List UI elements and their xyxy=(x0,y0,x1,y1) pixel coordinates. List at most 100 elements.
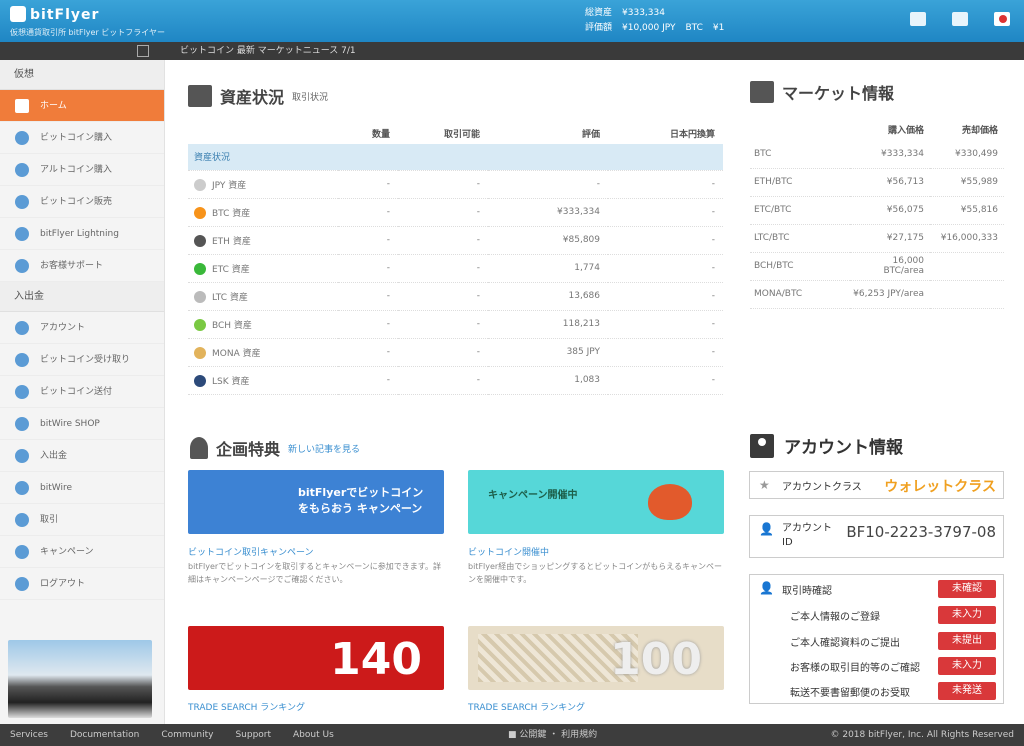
sidebar-item-label: bitFlyer Lightning xyxy=(40,229,119,239)
sidebar-item[interactable]: アカウント xyxy=(0,312,164,344)
campaign-item-title[interactable]: TRADE SEARCH ランキング xyxy=(188,700,305,713)
asset-value-cell: - xyxy=(338,198,398,227)
sidebar-item-label: アルトコイン購入 xyxy=(40,165,112,175)
sidebar-item[interactable]: ログアウト xyxy=(0,568,164,600)
market-cell: ETC/BTC xyxy=(750,196,850,225)
market-row[interactable]: ETC/BTC ¥56,075 ¥55,816 xyxy=(750,196,1004,225)
footer-center-link[interactable]: ■ 公開鍵 ・ 利用規約 xyxy=(508,724,597,746)
market-cell xyxy=(930,252,1004,281)
footer-link[interactable]: About Us xyxy=(293,730,334,740)
account-id-label: アカウントID xyxy=(782,523,832,548)
asset-value-cell: - xyxy=(608,226,723,255)
menu-icon xyxy=(15,545,29,559)
asset-row[interactable]: MONA 資産 - -385 JPY - xyxy=(188,338,723,367)
sidebar-item-label: bitWire SHOP xyxy=(40,419,100,429)
campaign-banner[interactable]: 140 xyxy=(188,626,444,690)
footer-link[interactable]: Community xyxy=(161,730,213,740)
sidebar-item[interactable]: ビットコイン受け取り xyxy=(0,344,164,376)
asset-row[interactable]: LTC 資産 - -13,686- xyxy=(188,282,723,311)
coin-icon xyxy=(194,346,206,359)
asset-row[interactable]: BTC 資産 - - ¥333,334- xyxy=(188,198,723,227)
campaign-title: 企画特典 xyxy=(216,440,281,459)
footer-link[interactable]: Services xyxy=(10,730,48,740)
campaign-banner[interactable]: bitFlyerでビットコインをもらおう キャンペーン xyxy=(188,470,444,534)
sidebar-item-label: ログアウト xyxy=(40,579,86,589)
footer-link[interactable]: Documentation xyxy=(70,730,139,740)
sidebar-item[interactable]: bitWire xyxy=(0,472,164,504)
verification-step-badge[interactable]: 未入力 xyxy=(938,657,996,675)
campaign-item-title[interactable]: TRADE SEARCH ランキング xyxy=(468,700,585,713)
btc-label: BTC xyxy=(685,23,703,33)
assets-col-header: 評価 xyxy=(581,129,600,140)
menu-icon xyxy=(15,259,29,273)
market-row[interactable]: BCH/BTC 16,000 BTC/area xyxy=(750,252,1004,281)
footer-link[interactable]: Support xyxy=(235,730,271,740)
verification-step-badge[interactable]: 未提出 xyxy=(938,632,996,650)
verification-step-badge[interactable]: 未発送 xyxy=(938,682,996,700)
sidebar-item[interactable]: ビットコイン購入 xyxy=(0,122,164,154)
asset-row[interactable]: ETC 資産 - -1,774- xyxy=(188,254,723,283)
person-icon: 👤 xyxy=(759,522,774,536)
coin-icon xyxy=(194,290,206,303)
campaign-item-title[interactable]: ビットコイン取引キャンペーン xyxy=(188,545,314,558)
language-flag-icon[interactable] xyxy=(994,12,1010,26)
market-cell: ¥16,000,333 xyxy=(930,224,1004,253)
market-row[interactable]: ETH/BTC ¥56,713 ¥55,989 xyxy=(750,168,1004,197)
sidebar-item[interactable]: bitFlyer Lightning xyxy=(0,218,164,250)
verification-status-badge[interactable]: 未確認 xyxy=(938,580,996,598)
asset-row[interactable]: BCH 資産 - -118,213- xyxy=(188,310,723,339)
asset-name: ETH 資産 xyxy=(212,236,251,247)
market-row[interactable]: LTC/BTC ¥27,175 ¥16,000,333 xyxy=(750,224,1004,253)
asset-name-cell: MONA 資産 xyxy=(188,338,338,367)
mail-icon[interactable] xyxy=(910,12,926,26)
asset-name-cell: JPY 資産 xyxy=(188,170,338,199)
market-row[interactable]: MONA/BTC ¥6,253 JPY/area xyxy=(750,280,1004,309)
ticker-text[interactable]: ビットコイン 最新 マーケットニュース 7/1 xyxy=(180,42,356,60)
footer: Services Documentation Community Support Abo… xyxy=(0,724,1024,746)
ticker-icon[interactable] xyxy=(137,45,149,57)
user-icon[interactable] xyxy=(952,12,968,26)
verification-step-badge[interactable]: 未入力 xyxy=(938,606,996,624)
sidebar-item[interactable]: キャンペーン xyxy=(0,536,164,568)
sidebar-item[interactable]: ホーム xyxy=(0,90,164,122)
asset-value-cell: - xyxy=(608,366,723,395)
menu-icon xyxy=(15,513,29,527)
asset-name: LTC 資産 xyxy=(212,292,248,303)
menu-icon xyxy=(15,321,29,335)
campaign-banner[interactable]: キャンペーン開催中 xyxy=(468,470,724,534)
sidebar-item[interactable]: bitWire SHOP xyxy=(0,408,164,440)
sidebar-item[interactable]: ビットコイン販売 xyxy=(0,186,164,218)
verification-step-label: 転送不要書留郵便のお受取 xyxy=(790,688,910,699)
verification-label: 取引時確認 xyxy=(782,586,832,597)
assets-subtitle: 取引状況 xyxy=(292,92,329,103)
sidebar-item[interactable]: 入出金 xyxy=(0,440,164,472)
account-section-title: アカウント情報 xyxy=(750,433,903,458)
promo-photo[interactable] xyxy=(8,640,152,718)
asset-value-cell: - xyxy=(338,338,398,367)
menu-icon xyxy=(15,481,29,495)
asset-value-cell: ¥85,809 xyxy=(488,226,608,255)
logo[interactable]: bitFlyer xyxy=(10,6,99,23)
asset-row[interactable]: ETH 資産 - - ¥85,809- xyxy=(188,226,723,255)
menu-icon xyxy=(15,449,29,463)
sidebar-item[interactable]: 取引 xyxy=(0,504,164,536)
campaign-banner[interactable]: 100 xyxy=(468,626,724,690)
asset-value-cell: - xyxy=(338,310,398,339)
campaign-more-link[interactable]: 新しい記事を見る xyxy=(288,442,360,455)
sidebar-item-label: キャンペーン xyxy=(40,547,94,557)
asset-row[interactable]: LSK 資産 - -1,083- xyxy=(188,366,723,395)
asset-value-cell: - xyxy=(608,254,723,283)
sidebar-item[interactable]: お客様サポート xyxy=(0,250,164,282)
sidebar: 仮想 ホーム ビットコイン購入 アルトコイン購入 ビットコイン販売 bitFlyer L… xyxy=(0,60,165,724)
sidebar-item[interactable]: アルトコイン購入 xyxy=(0,154,164,186)
asset-row[interactable]: JPY 資産 - - - - xyxy=(188,170,723,199)
banner-number: 100 xyxy=(610,634,702,685)
menu-icon xyxy=(15,385,29,399)
market-cell: ¥333,334 xyxy=(850,140,930,169)
sidebar-item[interactable]: ビットコイン送付 xyxy=(0,376,164,408)
market-row[interactable]: BTC ¥333,334 ¥330,499 xyxy=(750,140,1004,169)
market-col-header: 売却価格 xyxy=(961,125,998,136)
header-account-summary: 総資産 ¥333,334 評価額 ¥10,000 JPY BTC ¥1 xyxy=(585,6,734,36)
sidebar-item-label: bitWire xyxy=(40,483,72,493)
campaign-item-title[interactable]: ビットコイン開催中 xyxy=(468,545,549,558)
